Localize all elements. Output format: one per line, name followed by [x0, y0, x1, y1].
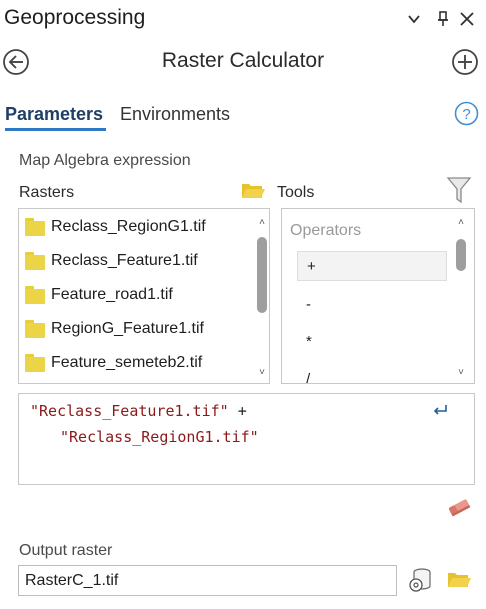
folder-icon — [25, 320, 45, 338]
raster-list-item[interactable]: Reclass_Feature1.tif — [19, 244, 198, 278]
operator-symbol: * — [306, 332, 312, 350]
pin-icon[interactable] — [432, 8, 454, 30]
operator-item[interactable]: + — [297, 251, 447, 281]
rasters-label: Rasters — [19, 184, 75, 201]
folder-icon — [25, 252, 45, 270]
pane-title: Geoprocessing — [4, 6, 146, 29]
scroll-up-icon[interactable]: ˄ — [255, 217, 269, 229]
folder-icon — [25, 286, 45, 304]
raster-name: RegionG_Feature1.tif — [51, 320, 204, 337]
browse-output-folder-icon[interactable] — [446, 569, 472, 591]
operator-symbol: - — [306, 295, 311, 313]
active-tab-indicator — [5, 128, 106, 131]
word-wrap-icon[interactable] — [431, 403, 449, 417]
filter-icon[interactable] — [446, 175, 472, 205]
chevron-down-icon[interactable] — [403, 8, 425, 30]
tools-label: Tools — [277, 184, 315, 201]
browse-rasters-folder-icon[interactable] — [240, 180, 266, 202]
raster-list-item[interactable]: Feature_road1.tif — [19, 278, 173, 312]
operator-symbol: + — [307, 257, 316, 275]
raster-name: Feature_road1.tif — [51, 286, 173, 303]
tools-scrollbar[interactable]: ˄ ˅ — [454, 209, 468, 383]
plus-circle-icon — [452, 49, 478, 75]
rasters-listbox[interactable]: Reclass_RegionG1.tif Reclass_Feature1.ti… — [18, 208, 270, 384]
tools-listbox[interactable]: Operators + - * / ˄ ˅ — [281, 208, 475, 384]
operator-item[interactable]: - — [297, 289, 447, 319]
expression-editor[interactable]: "Reclass_Feature1.tif" + "Reclass_Region… — [18, 393, 475, 485]
raster-name: Reclass_RegionG1.tif — [51, 218, 206, 235]
add-tool-button[interactable] — [451, 48, 479, 76]
help-icon[interactable]: ? — [454, 101, 479, 126]
database-settings-icon[interactable] — [407, 566, 435, 594]
tab-environments[interactable]: Environments — [120, 104, 230, 125]
close-icon[interactable] — [456, 8, 478, 30]
scroll-up-icon[interactable]: ˄ — [454, 217, 468, 229]
tool-title: Raster Calculator — [161, 49, 325, 72]
output-raster-label: Output raster — [19, 542, 113, 559]
operator-symbol: / — [306, 370, 311, 384]
folder-icon — [25, 354, 45, 372]
tab-parameters[interactable]: Parameters — [5, 104, 103, 125]
raster-name: Feature_semeteb2.tif — [51, 354, 203, 371]
expression-line-1: "Reclass_Feature1.tif" + — [30, 402, 247, 420]
scroll-down-icon[interactable]: ˅ — [255, 367, 269, 379]
scroll-down-icon[interactable]: ˅ — [454, 367, 468, 379]
rasters-scroll-thumb[interactable] — [257, 237, 267, 313]
svg-text:?: ? — [462, 106, 470, 123]
operators-header: Operators — [290, 222, 362, 239]
raster-list-item[interactable]: RegionG_Feature1.tif — [19, 312, 204, 346]
expression-string: "Reclass_Feature1.tif" — [30, 402, 229, 420]
output-raster-input[interactable]: RasterC_1.tif — [18, 565, 397, 596]
folder-icon — [25, 218, 45, 236]
clear-expression-eraser-icon[interactable] — [446, 496, 472, 518]
tools-scroll-thumb[interactable] — [456, 239, 466, 271]
raster-list-item[interactable]: Reclass_RegionG1.tif — [19, 210, 206, 244]
operator-item[interactable]: / — [297, 364, 447, 384]
expression-line-2: "Reclass_RegionG1.tif" — [60, 428, 259, 446]
operator-item[interactable]: * — [297, 326, 447, 356]
raster-name: Reclass_Feature1.tif — [51, 252, 198, 269]
map-algebra-label: Map Algebra expression — [19, 152, 191, 169]
rasters-scrollbar[interactable]: ˄ ˅ — [255, 209, 269, 383]
expression-operator: + — [228, 402, 247, 420]
raster-list-item[interactable]: Feature_semeteb2.tif — [19, 346, 202, 380]
